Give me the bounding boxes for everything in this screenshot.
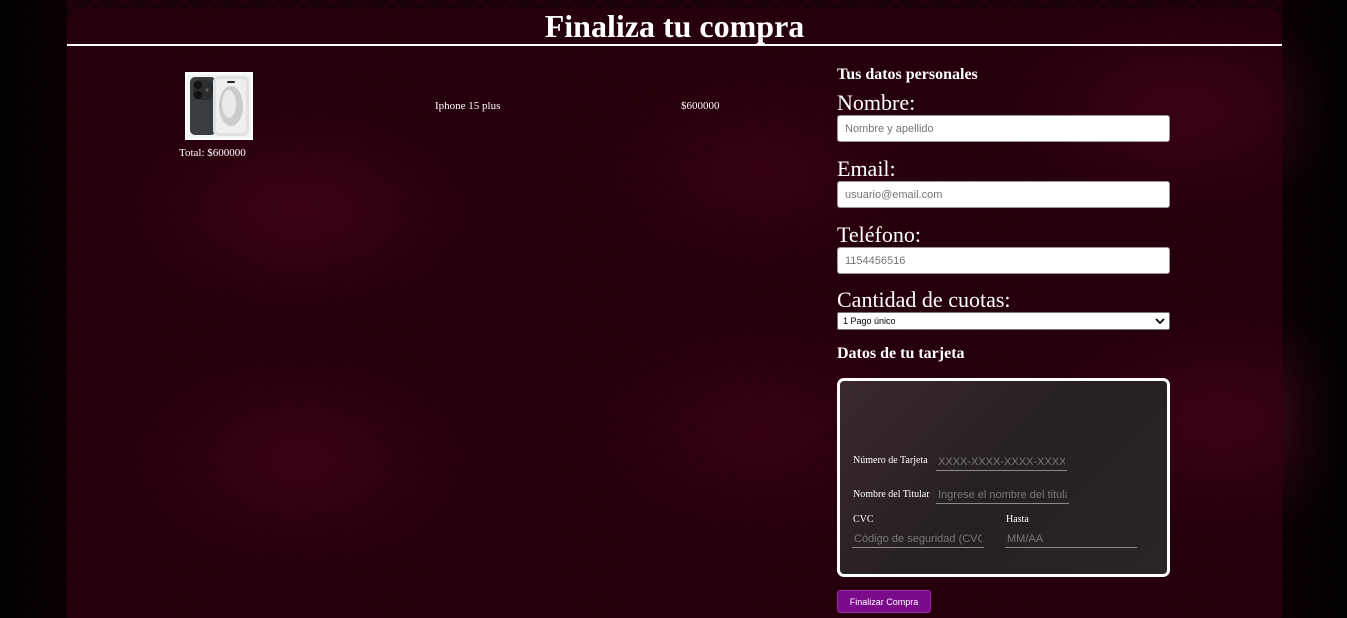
card-data-title: Datos de tu tarjeta — [837, 345, 965, 362]
installments-label: Cantidad de cuotas: — [837, 287, 1011, 312]
name-label: Nombre: — [837, 90, 916, 115]
cvc-input[interactable] — [852, 530, 984, 548]
phone-label: Teléfono: — [837, 222, 921, 247]
card-number-label: Número de Tarjeta — [853, 455, 928, 466]
iphone-product-image — [185, 72, 253, 140]
phone-input[interactable] — [837, 247, 1170, 274]
title-divider — [67, 44, 1282, 46]
product-price: $600000 — [681, 100, 720, 112]
email-input[interactable] — [837, 181, 1170, 208]
installments-select[interactable]: 1 Pago único — [837, 312, 1170, 330]
card-holder-label: Nombre del Titular — [853, 489, 930, 500]
cvc-label: CVC — [853, 514, 874, 525]
expiry-input[interactable] — [1005, 530, 1137, 548]
installments-selected-value: 1 Pago único — [843, 316, 896, 326]
background-edge-right — [1282, 0, 1347, 618]
chevron-down-icon — [1155, 318, 1165, 325]
card-number-input[interactable] — [936, 453, 1067, 471]
page-title: Finaliza tu compra — [544, 8, 805, 44]
cart-total: Total: $600000 — [179, 147, 246, 159]
finalize-purchase-button[interactable]: Finalizar Compra — [837, 590, 931, 613]
product-name: Iphone 15 plus — [435, 100, 501, 112]
expiry-label: Hasta — [1006, 514, 1029, 525]
personal-data-title: Tus datos personales — [837, 66, 978, 83]
checkout-panel: Finaliza tu compra Iphone 15 plus $60000… — [67, 8, 1282, 618]
card-holder-input[interactable] — [936, 486, 1069, 504]
name-input[interactable] — [837, 115, 1170, 142]
background-edge-left — [0, 0, 67, 618]
credit-card-box: Número de Tarjeta Nombre del Titular CVC… — [837, 378, 1170, 577]
email-label: Email: — [837, 156, 896, 181]
